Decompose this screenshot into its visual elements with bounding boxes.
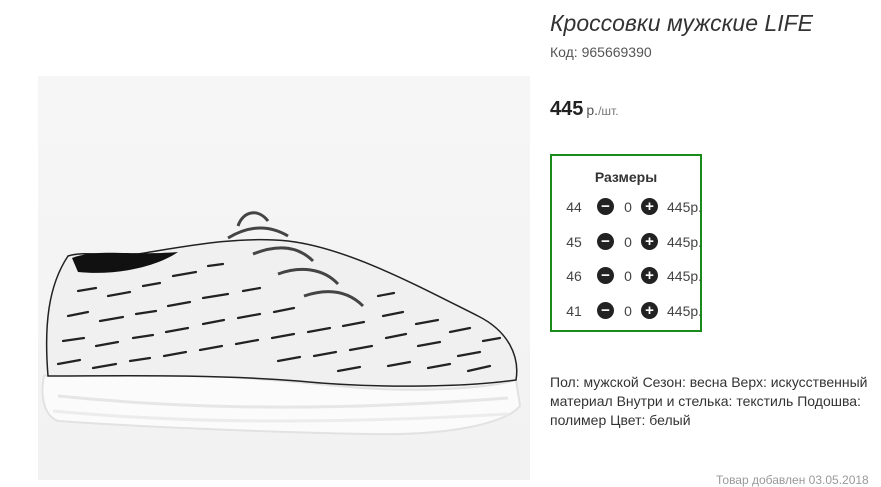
product-description: Пол: мужской Сезон: весна Верх: искусств…	[550, 374, 868, 428]
product-price: 445 р./шт.	[550, 98, 619, 121]
minus-circle-icon[interactable]: −	[597, 302, 614, 319]
product-photo[interactable]	[38, 76, 530, 480]
price-unit: /шт.	[598, 104, 619, 118]
size-label: 45	[566, 234, 582, 250]
price-value: 445	[550, 98, 584, 120]
price-currency: р.	[586, 102, 599, 118]
minus-circle-icon[interactable]: −	[597, 267, 614, 284]
size-row: 44 − 0 + 445р.	[562, 197, 702, 217]
size-label: 44	[566, 199, 582, 215]
size-quantity: 0	[624, 268, 632, 284]
minus-circle-icon[interactable]: −	[597, 198, 614, 215]
size-label: 41	[566, 303, 582, 319]
size-quantity: 0	[624, 199, 632, 215]
product-code: Код: 965669390	[550, 44, 652, 60]
size-row: 41 − 0 + 445р.	[562, 301, 702, 321]
sizes-title: Размеры	[594, 169, 658, 185]
size-price: 445р.	[667, 199, 703, 215]
plus-circle-icon[interactable]: +	[641, 233, 658, 250]
sizes-panel: Размеры 44 − 0 + 445р. 45 − 0 + 445р. 46…	[550, 154, 702, 332]
sneaker-image	[41, 211, 522, 436]
size-price: 445р.	[667, 268, 703, 284]
size-price: 445р.	[667, 234, 703, 250]
product-title: Кроссовки мужские LIFE	[550, 10, 813, 36]
size-label: 46	[566, 268, 582, 284]
minus-circle-icon[interactable]: −	[597, 233, 614, 250]
size-quantity: 0	[624, 234, 632, 250]
size-quantity: 0	[624, 303, 632, 319]
size-price: 445р.	[667, 303, 703, 319]
size-row: 45 − 0 + 445р.	[562, 232, 702, 252]
plus-circle-icon[interactable]: +	[641, 198, 658, 215]
added-date: Товар добавлен 03.05.2018	[716, 473, 869, 487]
size-row: 46 − 0 + 445р.	[562, 266, 702, 286]
plus-circle-icon[interactable]: +	[641, 302, 658, 319]
plus-circle-icon[interactable]: +	[641, 267, 658, 284]
